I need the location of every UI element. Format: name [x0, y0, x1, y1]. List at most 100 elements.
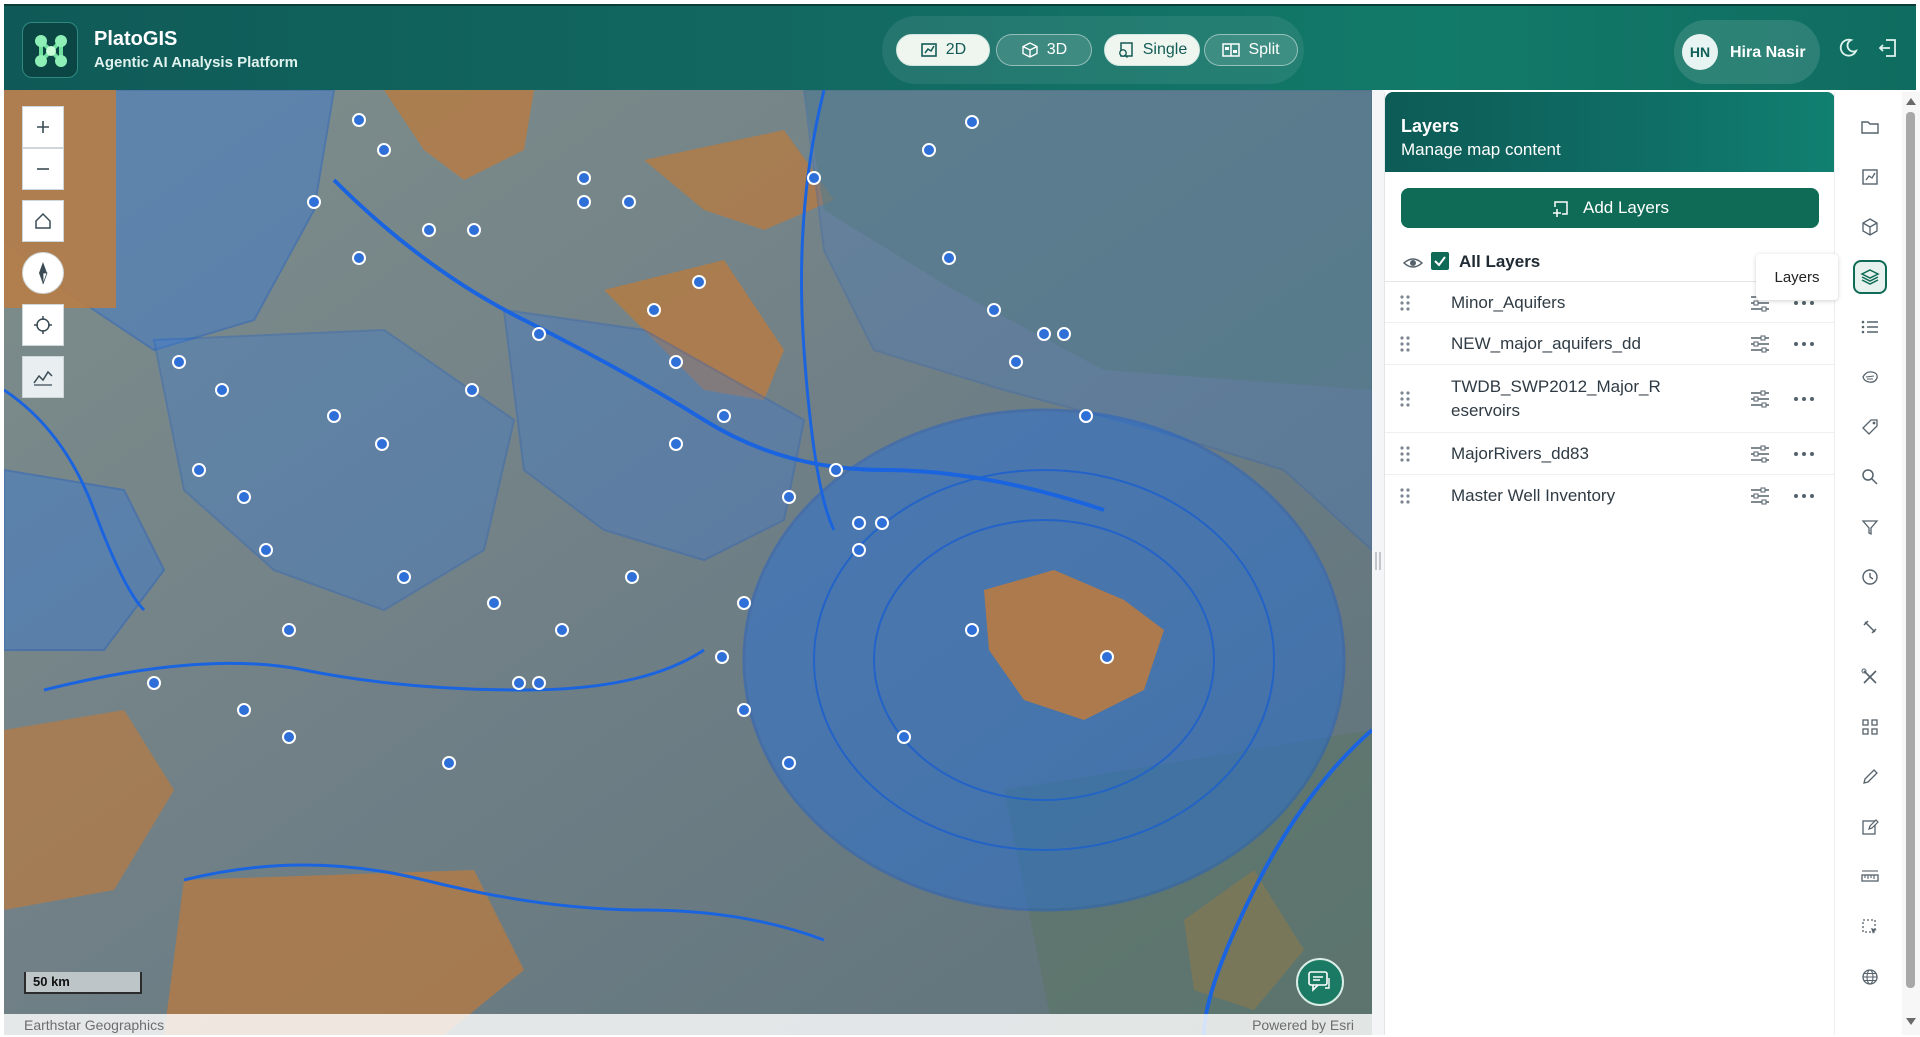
sliders-icon[interactable] [1749, 444, 1771, 464]
layers-panel: Layers Manage map content Add Layers All… [1384, 92, 1835, 1035]
eye-icon[interactable] [1403, 254, 1423, 272]
add-layers-button[interactable]: Add Layers [1401, 188, 1819, 228]
rail-link-button[interactable] [1853, 610, 1887, 644]
tool-rail [1834, 92, 1902, 1035]
rail-measure-button[interactable] [1853, 860, 1887, 894]
search-icon [1862, 469, 1878, 485]
logout-icon[interactable] [1876, 36, 1900, 60]
rail-draw-button[interactable] [1853, 760, 1887, 794]
drag-handle-icon[interactable] [1399, 390, 1411, 408]
mode-split-label: Split [1248, 41, 1280, 58]
rail-search-button[interactable] [1853, 460, 1887, 494]
avatar: HN [1682, 34, 1718, 70]
mode-single-button[interactable]: Single [1104, 34, 1200, 66]
rail-layers-button[interactable] [1853, 260, 1887, 294]
rail-select-button[interactable] [1853, 910, 1887, 944]
sliders-icon[interactable] [1749, 486, 1771, 506]
plus-icon [37, 121, 49, 133]
select-icon [1862, 919, 1877, 934]
more-options-icon[interactable] [1793, 492, 1815, 500]
scroll-up-icon[interactable] [1906, 98, 1916, 105]
compass-button[interactable] [22, 252, 64, 294]
rail-globe-button[interactable] [1853, 960, 1887, 994]
drag-handle-icon[interactable] [1399, 487, 1411, 505]
rail-tag-button[interactable] [1853, 410, 1887, 444]
app-subtitle: Agentic AI Analysis Platform [94, 54, 298, 71]
scroll-thumb[interactable] [1906, 112, 1915, 988]
crosshair-icon [34, 316, 52, 334]
layers-icon [1860, 269, 1880, 285]
rail-history-button[interactable] [1853, 560, 1887, 594]
layer-name: NEW_major_aquifers_dd [1451, 334, 1641, 353]
user-name: Hira Nasir [1730, 44, 1806, 61]
pencil-icon [1863, 769, 1878, 784]
elevation-profile-icon [33, 370, 53, 386]
layer-row-major-rivers[interactable]: MajorRivers_dd83 [1385, 433, 1835, 475]
layer-name: Minor_Aquifers [1451, 293, 1566, 312]
mode-single-label: Single [1142, 41, 1188, 58]
edit-icon [1862, 819, 1879, 835]
more-options-icon[interactable] [1793, 450, 1815, 458]
layer-row-twdb-reservoirs[interactable]: TWDB_SWP2012_Major_Reservoirs [1385, 365, 1835, 433]
moon-icon[interactable] [1836, 36, 1860, 60]
vertical-scrollbar[interactable] [1902, 92, 1920, 1035]
measure-icon [1861, 870, 1879, 882]
all-layers-checkbox[interactable] [1431, 252, 1449, 270]
rail-tools-button[interactable] [1853, 660, 1887, 694]
qr-grid-icon [1862, 719, 1878, 735]
rail-folder-button[interactable] [1853, 110, 1887, 144]
rail-filter-button[interactable] [1853, 510, 1887, 544]
panel-subtitle: Manage map content [1401, 140, 1561, 159]
checkmark-icon [1434, 256, 1446, 267]
scroll-down-icon[interactable] [1906, 1018, 1916, 1025]
mode-2d-button[interactable]: 2D [896, 34, 990, 66]
app-header: PlatoGIS Agentic AI Analysis Platform 2D… [4, 4, 1916, 90]
drag-handle-icon[interactable] [1399, 335, 1411, 353]
chat-assistant-button[interactable] [1296, 958, 1344, 1006]
attribution-powered-by[interactable]: Powered by Esri [1252, 1017, 1354, 1033]
map-view[interactable]: 50 km Earthstar Geographics Powered by E… [4, 90, 1372, 1035]
single-view-icon [1118, 42, 1133, 58]
layer-row-master-well-inventory[interactable]: Master Well Inventory [1385, 475, 1835, 517]
rail-edit-button[interactable] [1853, 810, 1887, 844]
zoom-out-button[interactable] [22, 148, 64, 190]
user-menu[interactable]: HN Hira Nasir [1674, 20, 1820, 84]
locate-button[interactable] [22, 304, 64, 346]
add-layers-label: Add Layers [1583, 198, 1669, 217]
scale-bar: 50 km [24, 972, 142, 994]
mode-3d-button[interactable]: 3D [996, 34, 1092, 66]
network-nodes-icon[interactable] [22, 22, 78, 78]
well-points-layer [147, 113, 1114, 770]
sliders-icon[interactable] [1749, 334, 1771, 354]
layer-row-new-major-aquifers[interactable]: NEW_major_aquifers_dd [1385, 323, 1835, 365]
drag-handle-icon[interactable] [1399, 445, 1411, 463]
layers-tooltip: Layers [1756, 254, 1838, 300]
more-options-icon[interactable] [1793, 340, 1815, 348]
chat-icon [1308, 971, 1330, 992]
elevation-profile-button[interactable] [22, 356, 64, 398]
drag-handle-icon[interactable] [1399, 294, 1411, 312]
more-options-icon[interactable] [1793, 395, 1815, 403]
rail-legend-button[interactable] [1853, 310, 1887, 344]
app-title: PlatoGIS [94, 28, 178, 50]
home-button[interactable] [22, 200, 64, 242]
filter-icon [1861, 520, 1879, 536]
rail-basemap-button[interactable] [1853, 360, 1887, 394]
zoom-in-button[interactable] [22, 106, 64, 148]
panel-resize-divider[interactable] [1372, 90, 1384, 1035]
all-layers-label: All Layers [1459, 252, 1541, 271]
add-layer-icon [1553, 201, 1568, 217]
mode-2d-label: 2D [945, 41, 967, 58]
mode-split-button[interactable]: Split [1204, 34, 1298, 66]
rail-3d-button[interactable] [1853, 210, 1887, 244]
attribution-source: Earthstar Geographics [24, 1017, 165, 1033]
link-icon [1863, 620, 1877, 634]
rail-map-2d-button[interactable] [1853, 160, 1887, 194]
sliders-icon[interactable] [1749, 389, 1771, 409]
legend-list-icon [1861, 320, 1878, 334]
more-options-icon[interactable] [1793, 299, 1815, 307]
globe-icon [1862, 969, 1878, 985]
attribution-bar: Earthstar Geographics Powered by Esri [4, 1014, 1372, 1035]
rail-grid-button[interactable] [1853, 710, 1887, 744]
cube-icon [1862, 218, 1878, 236]
